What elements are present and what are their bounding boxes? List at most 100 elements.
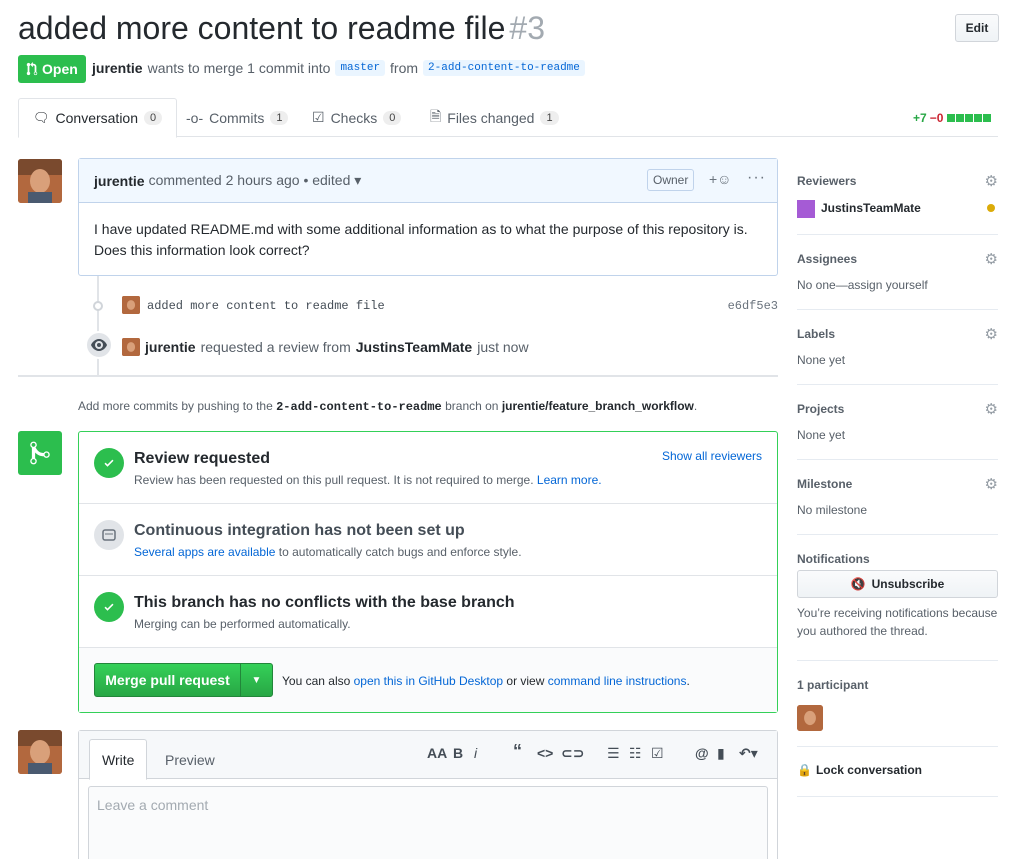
conflict-status-title: This branch has no conflicts with the ba… [134, 594, 515, 611]
pr-title: added more content to readme file #3 [18, 10, 545, 46]
avatar[interactable] [122, 338, 140, 356]
gear-icon[interactable]: ⚙ [985, 400, 998, 418]
review-actor[interactable]: jurentie [145, 339, 196, 355]
diffstat: +7 −0 [913, 111, 992, 125]
checklist-icon: ☑ [312, 109, 325, 125]
lock-conversation-link[interactable]: 🔒 Lock conversation [797, 763, 922, 777]
sidebar-lock: 🔒 Lock conversation [797, 763, 998, 797]
pr-number: #3 [509, 10, 545, 46]
reviewer-name[interactable]: JustinsTeamMate [821, 201, 921, 215]
numbered-list-icon[interactable]: ☷ [629, 745, 642, 762]
italic-icon[interactable]: i [474, 745, 477, 761]
edit-button[interactable]: Edit [955, 14, 999, 42]
review-status-row: Review requested Review has been request… [79, 432, 777, 504]
github-desktop-link[interactable]: open this in GitHub Desktop [354, 674, 503, 688]
commit-icon [93, 301, 103, 311]
bookmark-icon[interactable]: ▮ [717, 745, 725, 762]
push-note: Add more commits by pushing to the 2-add… [78, 399, 698, 414]
push-branch: 2-add-content-to-readme [276, 400, 442, 414]
apps-available-link[interactable]: Several apps are available [134, 545, 275, 559]
composer-toolbar: Write Preview AA B i “ <> ⊂⊃ ☰ ☷ ☑ @ ▮ ↶… [79, 731, 777, 780]
sidebar-labels: Labels ⚙ None yet [797, 325, 998, 385]
merge-options-dropdown-icon[interactable]: ▼ [241, 664, 272, 696]
bulleted-list-icon[interactable]: ☰ [607, 745, 620, 762]
comment-box: jurentie commented 2 hours ago • edited … [78, 158, 778, 276]
pull-request-icon [26, 62, 38, 76]
comment-textarea[interactable]: Leave a comment [88, 786, 768, 859]
tab-write[interactable]: Write [89, 739, 148, 780]
commit-icon: -o- [186, 109, 204, 126]
tab-preview[interactable]: Preview [153, 739, 227, 780]
tab-conversation[interactable]: 🗨 Conversation 0 [18, 98, 178, 138]
ci-icon [94, 520, 124, 550]
commit-message[interactable]: added more content to readme file [147, 299, 385, 313]
mention-icon[interactable]: @ [695, 745, 709, 761]
show-all-reviewers-link[interactable]: Show all reviewers [662, 449, 762, 463]
avatar[interactable] [18, 159, 62, 203]
push-repo: jurentie/feature_branch_workflow [501, 399, 694, 413]
link-icon[interactable]: ⊂⊃ [561, 745, 584, 762]
review-status-text: Review has been requested on this pull r… [134, 473, 602, 487]
unsubscribe-button[interactable]: 🔇 Unsubscribe [797, 570, 998, 598]
command-line-instructions-link[interactable]: command line instructions [548, 674, 687, 688]
conflict-status-row: This branch has no conflicts with the ba… [79, 576, 777, 648]
gear-icon[interactable]: ⚙ [985, 250, 998, 268]
gear-icon[interactable]: ⚙ [985, 325, 998, 343]
check-icon [94, 592, 124, 622]
commit-sha[interactable]: e6df5e3 [728, 299, 778, 313]
assign-yourself-link[interactable]: No one—assign yourself [797, 278, 928, 292]
add-reaction-icon[interactable]: +☺ [709, 171, 731, 187]
review-status-title: Review requested [134, 450, 271, 467]
avatar[interactable] [122, 296, 140, 314]
merge-alternatives: You can also open this in GitHub Desktop… [282, 674, 690, 688]
tab-files-changed[interactable]: 🗎 Files changed 1 [416, 98, 573, 137]
head-branch[interactable]: 2-add-content-to-readme [423, 60, 585, 76]
owner-badge: Owner [647, 169, 695, 191]
review-request-event: jurentie requested a review from Justins… [122, 338, 529, 356]
comment-composer: Write Preview AA B i “ <> ⊂⊃ ☰ ☷ ☑ @ ▮ ↶… [78, 730, 778, 859]
base-branch[interactable]: master [335, 60, 386, 76]
pr-author-link[interactable]: jurentie [92, 60, 143, 76]
learn-more-link[interactable]: Learn more. [537, 473, 602, 487]
comment-action[interactable]: commented 2 hours ago • edited ▾ [149, 172, 362, 189]
tab-checks[interactable]: ☑ Checks 0 [298, 98, 415, 137]
eye-icon [85, 331, 113, 359]
sidebar-projects: Projects ⚙ None yet [797, 400, 998, 460]
sidebar-notifications: Notifications 🔇 Unsubscribe You’re recei… [797, 552, 998, 661]
comment-body: I have updated README.md with some addit… [94, 221, 748, 258]
quote-icon[interactable]: “ [513, 741, 522, 762]
gear-icon[interactable]: ⚙ [985, 172, 998, 190]
ci-status-row: Continuous integration has not been set … [79, 504, 777, 576]
merge-pull-request-button[interactable]: Merge pull request [95, 664, 241, 696]
task-list-icon[interactable]: ☑ [651, 745, 664, 762]
participant-avatar[interactable] [797, 705, 823, 731]
sidebar-milestone: Milestone ⚙ No milestone [797, 475, 998, 535]
tab-commits[interactable]: -o- Commits 1 [172, 98, 302, 137]
ci-status-title: Continuous integration has not been set … [134, 522, 465, 539]
sidebar-participants: 1 participant [797, 678, 998, 747]
timeline-line [97, 276, 99, 376]
more-options-icon[interactable]: ··· [747, 169, 766, 187]
lock-icon: 🔒 [797, 763, 812, 777]
bold-icon[interactable]: B [453, 745, 463, 761]
conflict-status-text: Merging can be performed automatically. [134, 617, 351, 631]
file-diff-icon: 🗎 [430, 107, 442, 124]
mute-icon: 🔇 [850, 577, 866, 591]
reply-icon[interactable]: ↶▾ [739, 745, 758, 762]
review-time[interactable]: just now [477, 339, 528, 355]
git-merge-icon [18, 431, 62, 475]
comment-discussion-icon: 🗨 [33, 110, 50, 125]
reviewer-avatar[interactable] [797, 200, 815, 218]
sidebar-reviewers: Reviewers ⚙ JustinsTeamMate [797, 172, 998, 235]
ci-status-text: Several apps are available to automatica… [134, 545, 522, 559]
code-icon[interactable]: <> [537, 745, 553, 761]
comment-author[interactable]: jurentie [94, 173, 145, 189]
pending-review-dot [987, 204, 995, 212]
check-icon [94, 448, 124, 478]
avatar[interactable] [18, 730, 62, 774]
diffstat-blocks [946, 111, 992, 125]
text-size-icon[interactable]: AA [427, 745, 447, 761]
review-target[interactable]: JustinsTeamMate [356, 339, 472, 355]
gear-icon[interactable]: ⚙ [985, 475, 998, 493]
timeline-commit: added more content to readme file e6df5e… [90, 296, 778, 316]
